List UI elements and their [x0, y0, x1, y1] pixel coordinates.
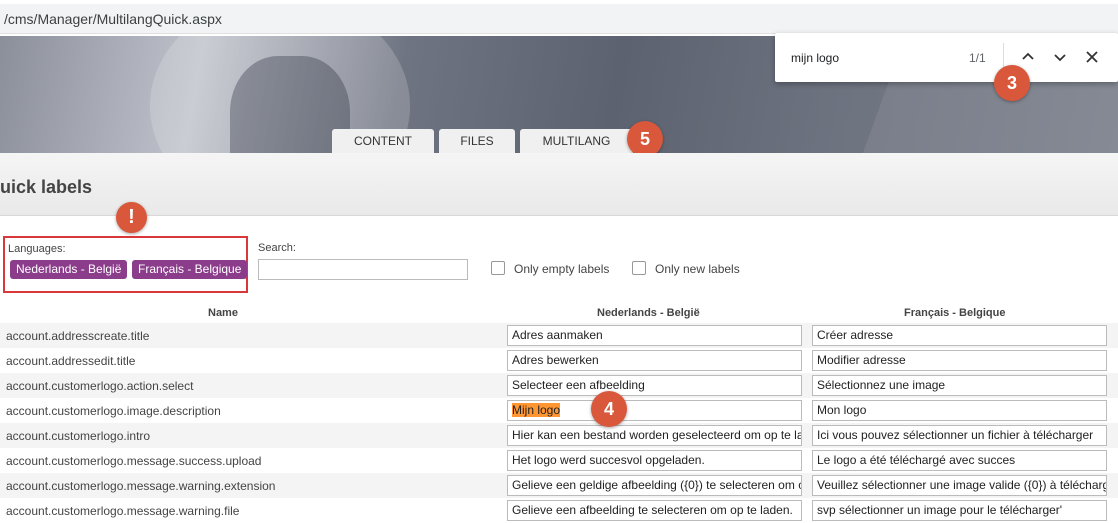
table-row: account.addressedit.title Adres bewerken…	[0, 348, 1118, 373]
nl-translation-input[interactable]: Mijn logo	[507, 400, 802, 421]
step-badge-4: 4	[591, 391, 627, 427]
nl-translation-input[interactable]: Gelieve een afbeelding te selecteren om …	[507, 500, 802, 521]
label-key: account.customerlogo.image.description	[6, 404, 221, 418]
tab-content[interactable]: CONTENT	[332, 129, 434, 153]
table-row: account.customerlogo.message.warning.fil…	[0, 498, 1118, 523]
search-input[interactable]	[258, 259, 468, 280]
search-label: Search:	[258, 242, 296, 254]
find-input[interactable]: mijn logo	[791, 51, 839, 65]
table-row: account.customerlogo.message.success.upl…	[0, 448, 1118, 473]
only-new-labels-checkbox[interactable]	[632, 261, 646, 275]
step-badge-5: 5	[627, 121, 663, 157]
page-title: uick labels	[0, 177, 93, 197]
table-row: account.customerlogo.intro Hier kan een …	[0, 423, 1118, 448]
table-row: account.customerlogo.image.description M…	[0, 398, 1118, 423]
only-new-labels-label: Only new labels	[655, 262, 740, 276]
fr-translation-input[interactable]: Mon logo	[812, 400, 1107, 421]
chevron-down-icon	[1054, 54, 1066, 62]
fr-translation-input[interactable]: Créer adresse	[812, 325, 1107, 346]
label-key: account.customerlogo.message.warning.fil…	[6, 504, 240, 518]
step-badge-3: 3	[994, 65, 1030, 101]
fr-translation-input[interactable]: Sélectionnez une image	[812, 375, 1107, 396]
tab-files[interactable]: FILES	[439, 129, 515, 153]
fr-translation-input[interactable]: Veuillez sélectionner une image valide (…	[812, 475, 1107, 496]
nl-translation-input[interactable]: Selecteer een afbeelding	[507, 375, 802, 396]
label-key: account.addresscreate.title	[6, 329, 150, 343]
label-key: account.customerlogo.action.select	[6, 379, 194, 393]
close-icon	[1086, 51, 1098, 63]
nl-translation-input[interactable]: Adres aanmaken	[507, 325, 802, 346]
nl-translation-input[interactable]: Adres bewerken	[507, 350, 802, 371]
chevron-up-icon	[1022, 52, 1034, 60]
table-row: account.customerlogo.action.select Selec…	[0, 373, 1118, 398]
find-bar: mijn logo 1/1	[775, 33, 1118, 82]
fr-translation-input[interactable]: Le logo a été téléchargé avec succes	[812, 450, 1107, 471]
find-close-button[interactable]	[1081, 46, 1103, 68]
find-next-button[interactable]	[1049, 46, 1071, 68]
fr-translation-input[interactable]: svp sélectionner un image pour le téléch…	[812, 500, 1107, 521]
languages-label: Languages:	[8, 243, 66, 255]
find-previous-button[interactable]	[1017, 46, 1039, 68]
tab-multilang[interactable]: MULTILANG	[520, 129, 633, 153]
column-header-fr: Français - Belgique	[904, 307, 1006, 319]
label-key: account.customerlogo.message.warning.ext…	[6, 479, 276, 493]
label-key: account.customerlogo.message.success.upl…	[6, 454, 262, 468]
column-header-nl: Nederlands - België	[597, 307, 700, 319]
only-empty-labels-checkbox[interactable]	[491, 261, 505, 275]
language-pill-nl[interactable]: Nederlands - België	[10, 260, 128, 279]
label-key: account.addressedit.title	[6, 354, 136, 368]
address-bar[interactable]: /cms/Manager/MultilangQuick.aspx	[0, 4, 1118, 34]
page-title-bar: uick labels	[0, 153, 1118, 216]
table-row: account.customerlogo.message.warning.ext…	[0, 473, 1118, 498]
find-match-count: 1/1	[969, 51, 986, 65]
only-empty-labels-label: Only empty labels	[514, 262, 610, 276]
language-pill-fr[interactable]: Français - Belgique	[132, 260, 248, 279]
find-match-highlight: Mijn logo	[512, 403, 561, 417]
nl-translation-input[interactable]: Hier kan een bestand worden geselecteerd…	[507, 425, 802, 446]
fr-translation-input[interactable]: Modifier adresse	[812, 350, 1107, 371]
column-header-name: Name	[208, 307, 238, 319]
label-key: account.customerlogo.intro	[6, 429, 151, 443]
nl-translation-input[interactable]: Het logo werd succesvol opgeladen.	[507, 450, 802, 471]
table-row: account.addresscreate.title Adres aanmak…	[0, 323, 1118, 348]
nl-translation-input[interactable]: Gelieve een geldige afbeelding ({0}) te …	[507, 475, 802, 496]
alert-badge: !	[116, 202, 147, 233]
fr-translation-input[interactable]: Ici vous pouvez sélectionner un fichier …	[812, 425, 1107, 446]
url-text[interactable]: /cms/Manager/MultilangQuick.aspx	[4, 11, 222, 27]
